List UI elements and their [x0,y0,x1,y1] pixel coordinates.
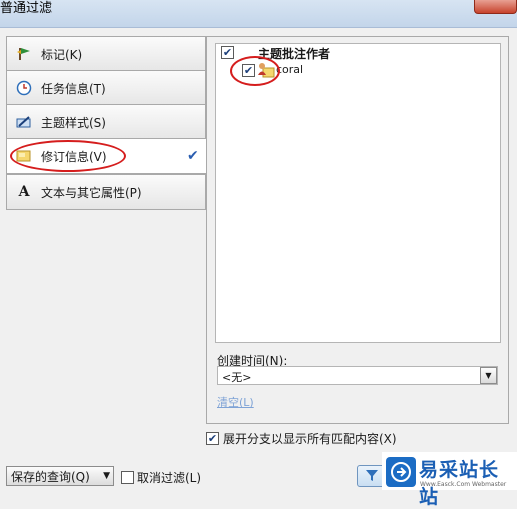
nav-item-task-info[interactable]: 任务信息(T) [6,70,206,106]
created-time-value: <无> [222,371,252,384]
cancel-filter-checkbox[interactable] [121,471,134,484]
clock-icon [15,79,33,97]
saved-query-label: 保存的查询(Q) [11,469,90,484]
author-tree[interactable] [215,43,501,343]
created-time-select[interactable] [217,366,498,385]
chevron-down-icon: ▼ [103,471,110,481]
saved-query-dropdown[interactable]: 保存的查询(Q) ▼ [6,466,114,486]
flag-icon [15,45,33,63]
annotation-circle [10,140,126,172]
nav-label-task-info: 任务信息(T) [41,81,106,96]
title-bar [0,0,517,28]
author-header-checkbox[interactable]: ✔ [221,46,234,59]
watermark-subtitle: Www.Easck.Com Webmaster [420,481,507,488]
funnel-icon [365,468,379,485]
selected-check-icon: ✔ [187,148,199,164]
text-a-icon: A [18,184,30,200]
nav-label-text-properties: 文本与其它属性(P) [41,185,142,200]
nav-label-mark: 标记(K) [41,47,83,62]
author-coral-label: coral [276,63,304,76]
close-button[interactable] [474,0,517,14]
nav-item-topic-style[interactable]: 主题样式(S) [6,104,206,140]
cancel-filter-label: 取消过滤(L) [137,471,202,485]
watermark-logo-icon [386,457,416,487]
nav-label-topic-style: 主题样式(S) [41,115,106,130]
annotation-circle [230,56,280,86]
nav-item-mark[interactable]: 标记(K) [6,36,206,72]
nav-item-text-properties[interactable]: A 文本与其它属性(P) [6,174,206,210]
window-title: 普通过滤 [0,1,53,16]
chevron-down-icon[interactable]: ▼ [480,367,497,384]
clear-link[interactable]: 清空(L) [217,394,254,410]
expand-branches-checkbox[interactable]: ✔ [206,432,219,445]
expand-branches-label: 展开分支以显示所有匹配内容(X) [223,432,397,446]
brush-icon [15,113,33,131]
